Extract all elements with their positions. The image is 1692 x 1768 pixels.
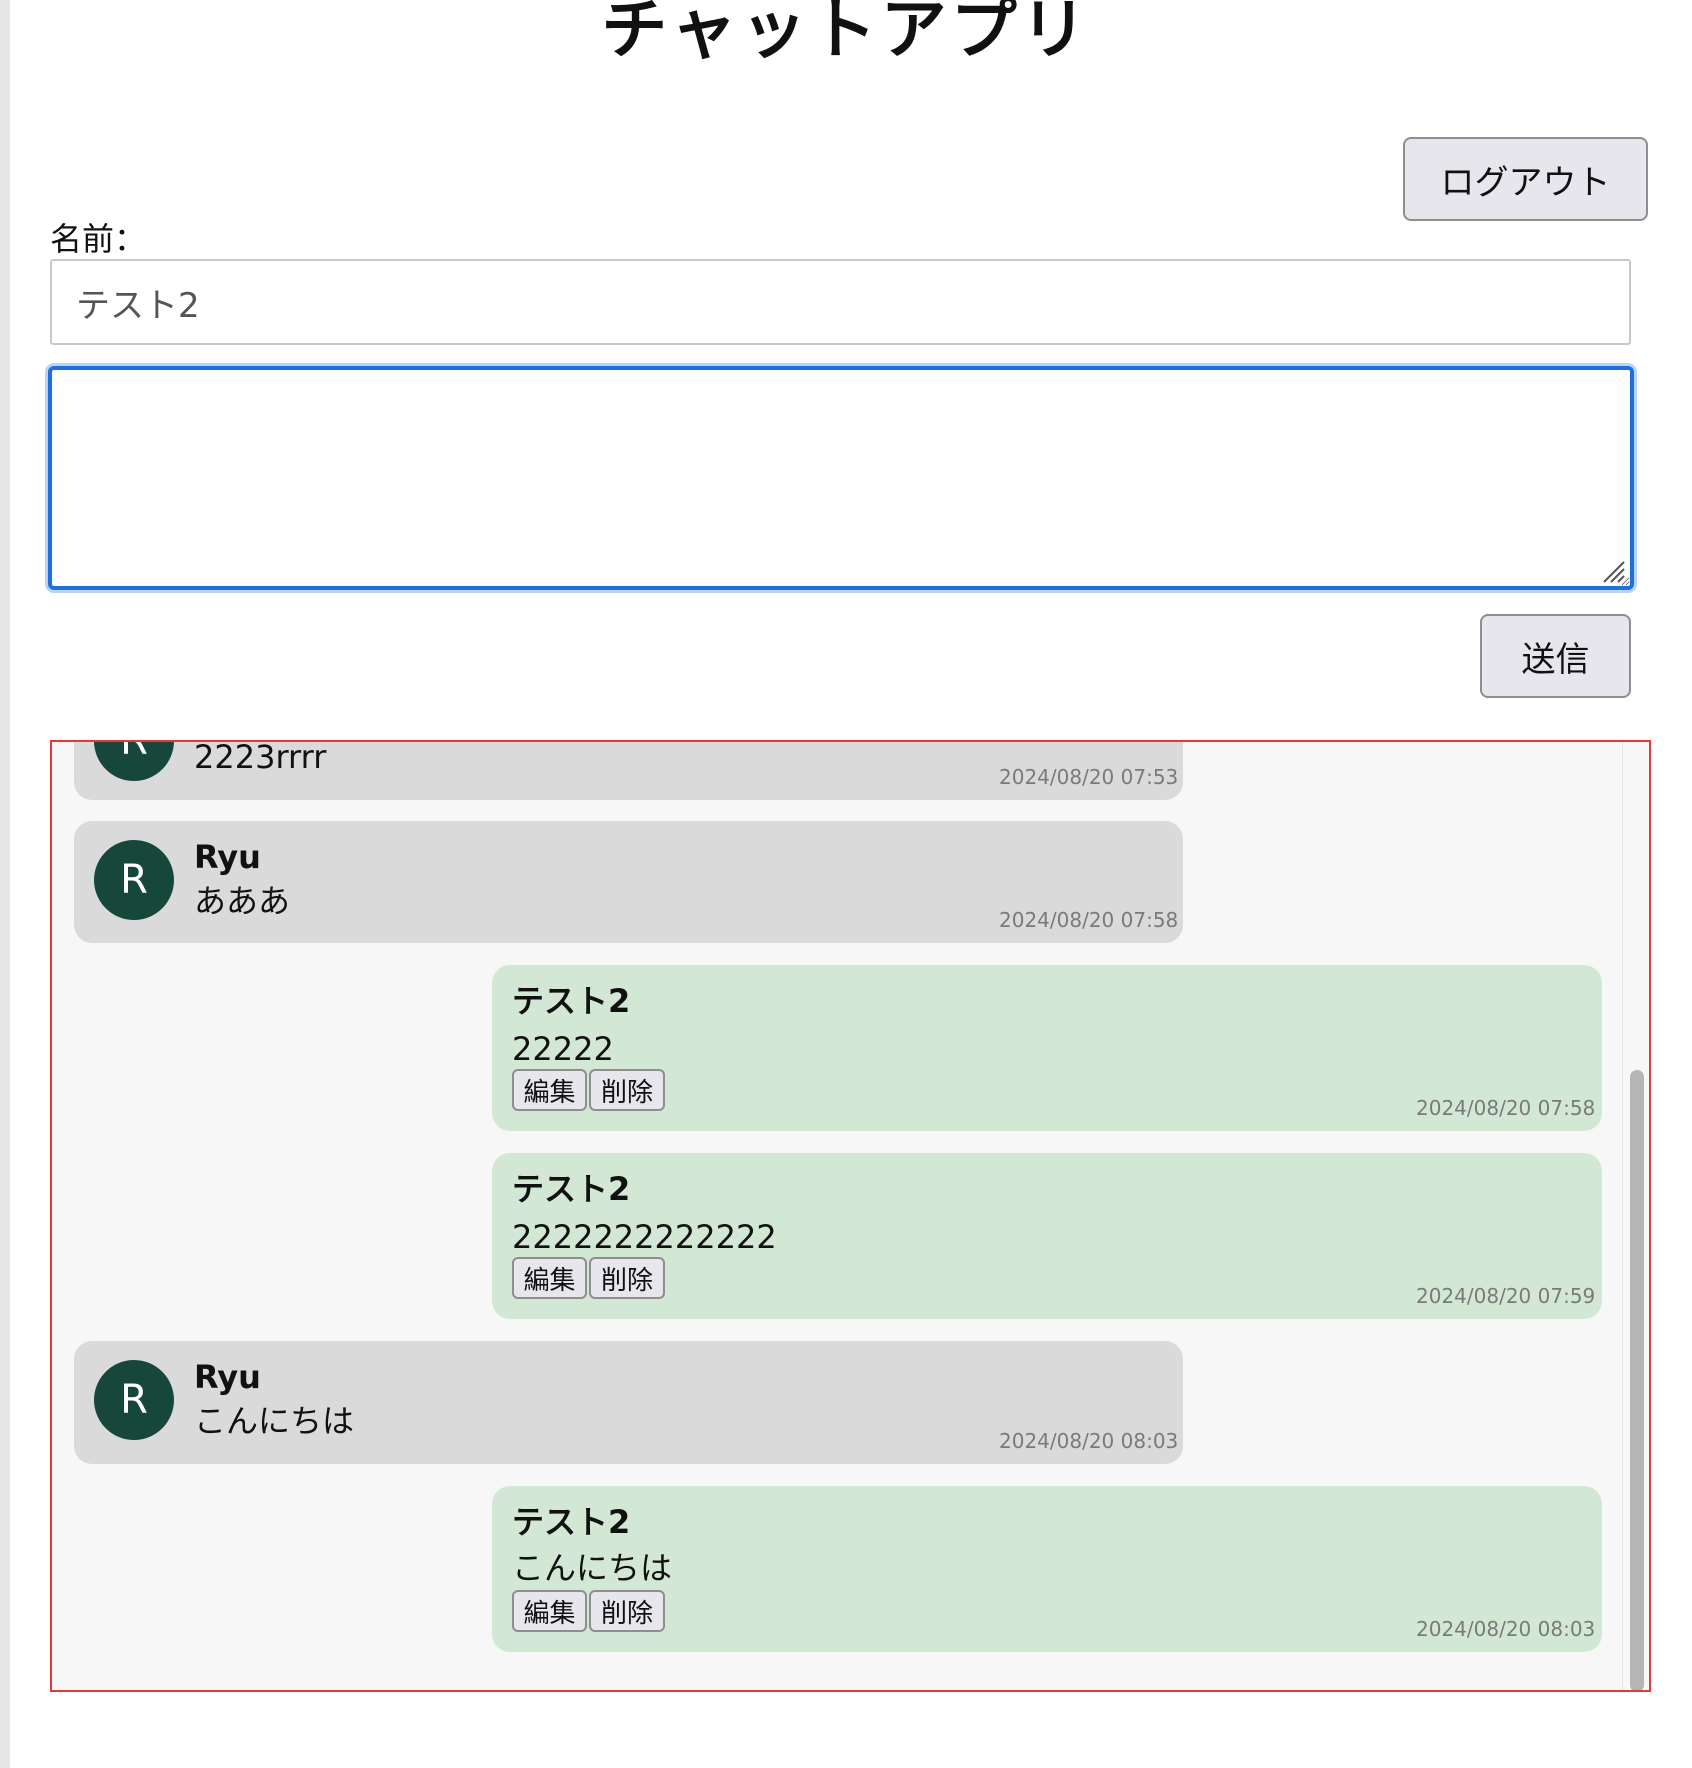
message-timestamp: 2024/08/20 07:59 (1416, 1284, 1596, 1308)
chat-message-list[interactable]: R 2223rrrr 2024/08/20 07:53 R Ryu あああ 20… (50, 740, 1651, 1692)
page-title: チャットアプリ (601, 0, 1091, 68)
message-timestamp: 2024/08/20 08:03 (1416, 1617, 1596, 1641)
message-text: 22222 (512, 1030, 614, 1068)
message-item-other: R Ryu こんにちは 2024/08/20 08:03 (74, 1341, 1183, 1464)
avatar: R (94, 1360, 174, 1440)
name-input[interactable] (50, 259, 1631, 345)
message-text: あああ (194, 882, 291, 920)
message-sender: テスト2 (512, 1170, 631, 1208)
logout-button[interactable]: ログアウト (1403, 137, 1648, 221)
edit-button[interactable]: 編集 (512, 1257, 587, 1299)
chat-app-page: チャットアプリ ログアウト 名前： 送信 R 2223rrrr 2024/08/… (0, 0, 1692, 1768)
delete-button[interactable]: 削除 (589, 1257, 665, 1299)
message-text: こんにちは (512, 1549, 673, 1587)
delete-button[interactable]: 削除 (589, 1069, 665, 1111)
message-sender: Ryu (194, 1358, 261, 1396)
edit-button[interactable]: 編集 (512, 1069, 587, 1111)
message-sender: テスト2 (512, 1503, 631, 1541)
scrollbar-thumb[interactable] (1630, 1070, 1644, 1690)
message-item-self: テスト2 2222222222222 編集 削除 2024/08/20 07:5… (492, 1153, 1602, 1319)
delete-button[interactable]: 削除 (589, 1590, 665, 1632)
message-item-other: R Ryu あああ 2024/08/20 07:58 (74, 821, 1183, 943)
message-timestamp: 2024/08/20 07:58 (1416, 1096, 1596, 1120)
message-text: 2223rrrr (194, 742, 327, 776)
message-text: 2222222222222 (512, 1218, 777, 1256)
message-item-self: テスト2 こんにちは 編集 削除 2024/08/20 08:03 (492, 1486, 1602, 1652)
avatar: R (94, 742, 174, 781)
resize-grip-icon[interactable] (1600, 558, 1626, 584)
message-timestamp: 2024/08/20 07:58 (999, 908, 1179, 932)
name-label: 名前： (50, 220, 147, 258)
edit-button[interactable]: 編集 (512, 1590, 587, 1632)
message-sender: Ryu (194, 838, 261, 876)
left-page-edge (0, 0, 10, 1768)
avatar: R (94, 840, 174, 920)
send-button[interactable]: 送信 (1480, 614, 1631, 698)
message-timestamp: 2024/08/20 07:53 (999, 765, 1179, 789)
message-item-other: R 2223rrrr 2024/08/20 07:53 (74, 742, 1183, 800)
chat-scroll-area: R 2223rrrr 2024/08/20 07:53 R Ryu あああ 20… (52, 742, 1622, 1690)
message-sender: テスト2 (512, 982, 631, 1020)
message-textarea[interactable] (48, 366, 1634, 590)
message-text: こんにちは (194, 1402, 355, 1440)
message-item-self: テスト2 22222 編集 削除 2024/08/20 07:58 (492, 965, 1602, 1131)
message-timestamp: 2024/08/20 08:03 (999, 1429, 1179, 1453)
